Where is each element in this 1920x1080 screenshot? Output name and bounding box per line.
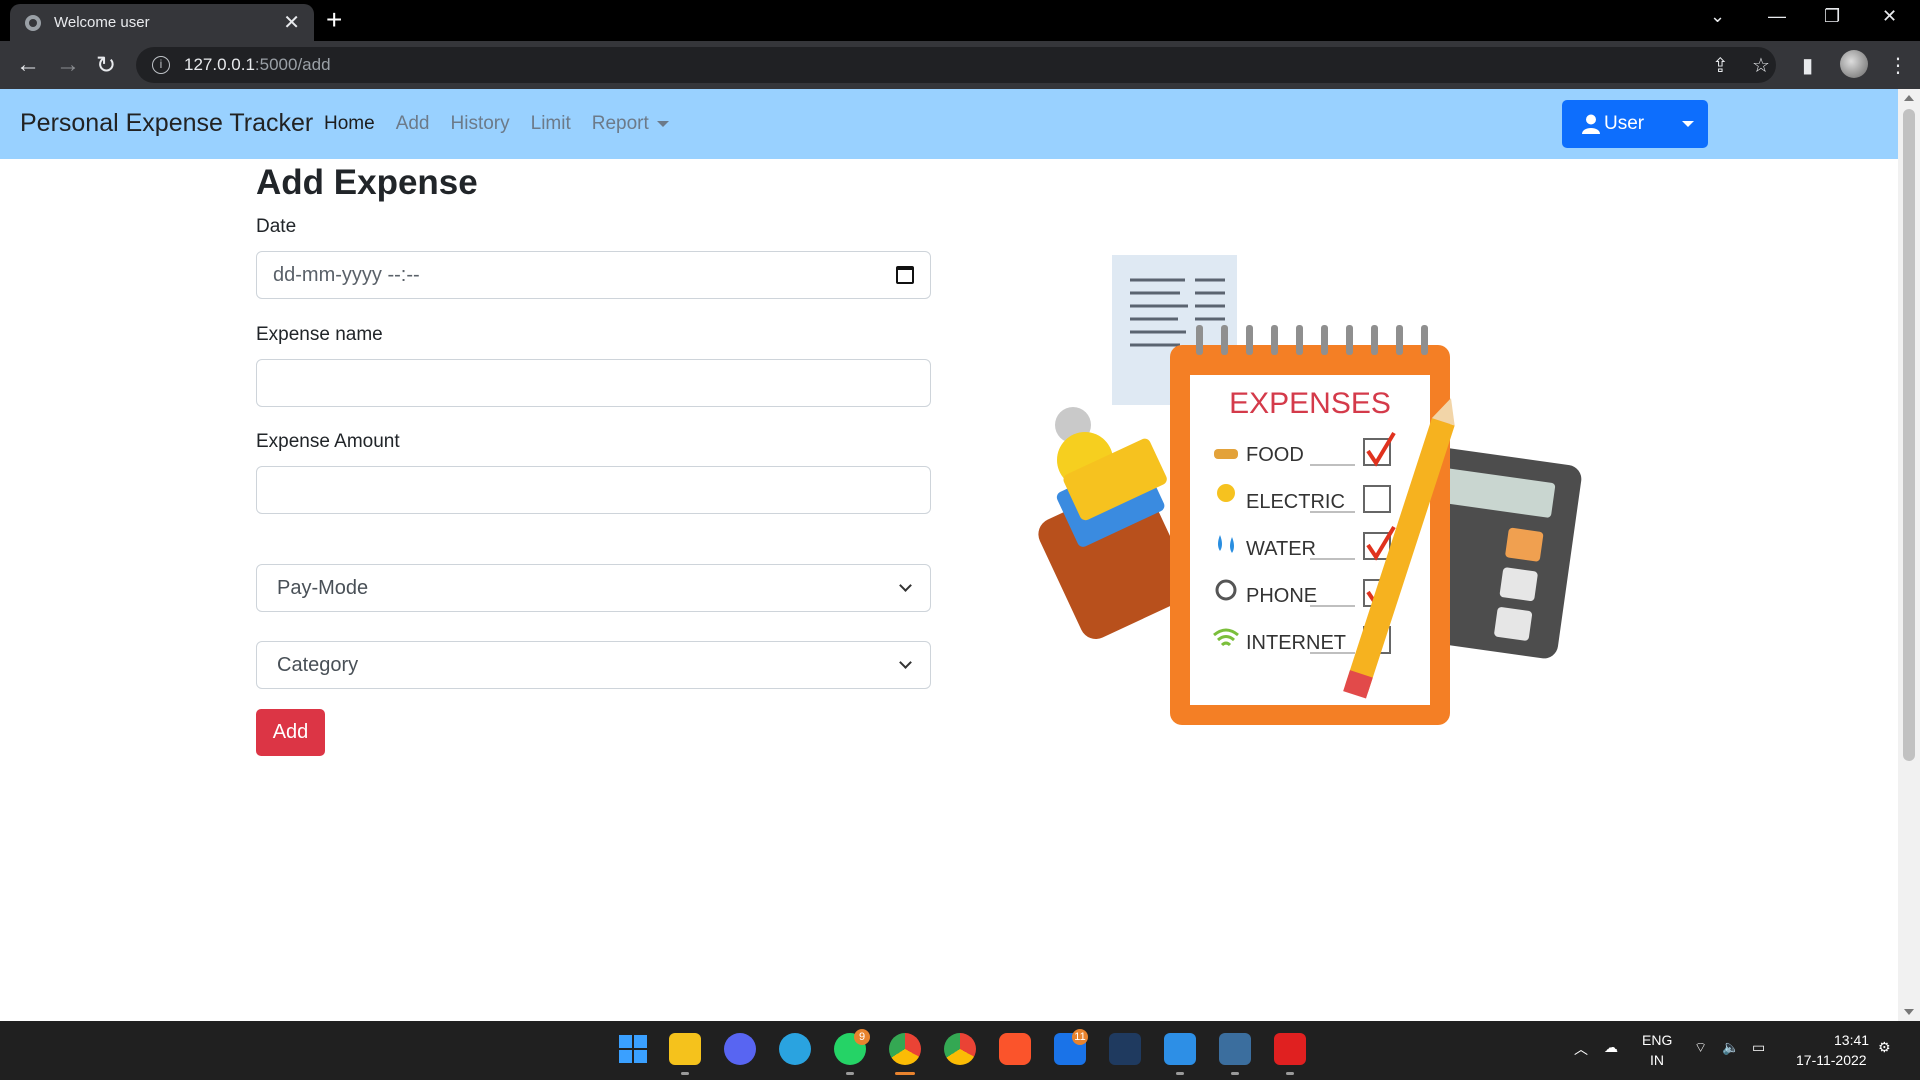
share-icon[interactable]: ⇪ [1712, 53, 1729, 78]
brand[interactable]: Personal Expense Tracker [20, 109, 313, 138]
restore-button[interactable]: ❐ [1824, 6, 1840, 27]
illustration-item: WATER [1246, 538, 1316, 560]
scroll-up-arrow[interactable] [1904, 95, 1914, 101]
nav-report-label: Report [591, 113, 649, 134]
browser-tab[interactable]: Welcome user ✕ [10, 4, 314, 41]
menu-kebab-icon[interactable]: ⋮ [1888, 53, 1908, 78]
category-value: Category [277, 653, 359, 676]
chevron-down-icon [899, 579, 912, 592]
side-panel-icon[interactable]: ▮ [1802, 53, 1813, 78]
page-scrollbar[interactable] [1898, 89, 1920, 1021]
url-host: 127.0.0.1 [184, 55, 255, 74]
page-title: Add Expense [256, 163, 478, 202]
address-bar[interactable]: i 127.0.0.1:5000/add [136, 47, 1776, 83]
notification-icon[interactable]: ⚙ [1878, 1039, 1891, 1056]
category-select[interactable]: Category [256, 641, 931, 689]
region-label: IN [1650, 1052, 1664, 1068]
expense-name-input[interactable] [256, 359, 931, 407]
new-tab-button[interactable]: + [326, 6, 342, 34]
illustration-item: ELECTRIC [1246, 491, 1345, 513]
caret-down-icon [1681, 121, 1694, 127]
burger-icon [1214, 449, 1238, 459]
nav-history[interactable]: History [451, 113, 510, 135]
paymode-value: Pay-Mode [277, 576, 369, 599]
telegram-icon[interactable] [779, 1033, 811, 1065]
minimize-button[interactable]: — [1768, 6, 1786, 27]
scroll-thumb[interactable] [1903, 109, 1915, 761]
site-info-icon[interactable]: i [152, 56, 170, 74]
running-indicator [1286, 1072, 1294, 1075]
user-dropdown-button[interactable]: User [1562, 100, 1708, 148]
url-path: :5000/add [254, 55, 331, 74]
language-label[interactable]: ENG [1642, 1032, 1672, 1048]
browser-tab-bar: Welcome user ✕ + ⌄ — ❐ ✕ [0, 0, 1920, 41]
expense-amount-input[interactable] [256, 466, 931, 514]
nav-home[interactable]: Home [324, 113, 375, 135]
user-icon [1582, 114, 1600, 134]
expenses-illustration: EXPENSES FOOD ELECTRIC WATER PHONE INTER… [1038, 255, 1582, 725]
prime-video-icon[interactable] [1109, 1033, 1141, 1065]
close-window-button[interactable]: ✕ [1882, 6, 1897, 27]
onedrive-icon[interactable]: ☁ [1604, 1039, 1618, 1056]
mail-badge: 11 [1072, 1029, 1088, 1045]
tab-search-icon[interactable]: ⌄ [1710, 6, 1725, 27]
file-explorer-icon[interactable] [669, 1033, 701, 1065]
bookmark-star-icon[interactable]: ☆ [1752, 53, 1770, 78]
app-navbar: Personal Expense Tracker Home Add Histor… [0, 89, 1898, 159]
battery-icon[interactable]: ▭ [1752, 1039, 1765, 1056]
running-indicator [1231, 1072, 1239, 1075]
nav-limit[interactable]: Limit [531, 113, 571, 135]
nav-add[interactable]: Add [396, 113, 430, 135]
windows-taskbar: 9 11 ︿ ☁ ENG IN ⌔ 🔈 ▭ 13:41 17-11-2022 ⚙ [0, 1021, 1920, 1080]
nav-report-dropdown[interactable]: Report [592, 113, 669, 135]
brave-icon[interactable] [999, 1033, 1031, 1065]
chrome-profile-icon[interactable] [944, 1033, 976, 1065]
forward-icon[interactable]: → [56, 51, 80, 79]
active-indicator [895, 1072, 915, 1075]
volume-icon[interactable]: 🔈 [1722, 1039, 1739, 1056]
calendar-icon[interactable] [896, 266, 914, 284]
back-icon[interactable]: ← [16, 51, 40, 79]
expense-amount-label: Expense Amount [256, 431, 400, 452]
nav-links: Home Add History Limit Report [324, 113, 669, 135]
discord-icon[interactable] [724, 1033, 756, 1065]
bulb-icon [1217, 484, 1235, 502]
expense-name-label: Expense name [256, 324, 383, 345]
date-placeholder: dd-mm-yyyy --:-- [273, 263, 420, 286]
wifi-icon[interactable]: ⌔ [1694, 1039, 1707, 1057]
profile-avatar[interactable] [1840, 50, 1868, 78]
windows-start-icon[interactable] [617, 1033, 649, 1065]
globe-icon [25, 14, 41, 31]
running-indicator [1176, 1072, 1184, 1075]
app-icon[interactable] [1219, 1033, 1251, 1065]
clock-date: 17-11-2022 [1796, 1052, 1867, 1068]
tab-title: Welcome user [54, 14, 150, 31]
caret-down-icon [656, 120, 669, 127]
acrobat-icon[interactable] [1274, 1033, 1306, 1065]
date-input[interactable]: dd-mm-yyyy --:-- [256, 251, 931, 299]
illustration-heading: EXPENSES [1229, 387, 1391, 420]
running-indicator [681, 1072, 689, 1075]
chevron-down-icon [899, 656, 912, 669]
paymode-select[interactable]: Pay-Mode [256, 564, 931, 612]
chrome-icon[interactable] [889, 1033, 921, 1065]
illustration-item: PHONE [1246, 585, 1317, 607]
illustration-item: FOOD [1246, 444, 1304, 466]
clock-time[interactable]: 13:41 [1834, 1032, 1869, 1048]
date-label: Date [256, 216, 297, 237]
user-button[interactable]: User [1562, 100, 1667, 148]
close-tab-icon[interactable]: ✕ [283, 10, 300, 35]
add-expense-button[interactable]: Add [256, 709, 325, 756]
user-button-label: User [1604, 113, 1645, 134]
user-dropdown-toggle[interactable] [1667, 100, 1708, 148]
scroll-down-arrow[interactable] [1904, 1009, 1914, 1015]
vscode-icon[interactable] [1164, 1033, 1196, 1065]
reload-icon[interactable]: ↻ [96, 51, 116, 80]
illustration-item: INTERNET [1246, 632, 1346, 654]
tray-overflow-icon[interactable]: ︿ [1574, 1039, 1588, 1059]
browser-toolbar: ← → ↻ i 127.0.0.1:5000/add ⇪ ☆ ▮ ⋮ [0, 41, 1920, 89]
whatsapp-badge: 9 [854, 1029, 870, 1045]
running-indicator [846, 1072, 854, 1075]
